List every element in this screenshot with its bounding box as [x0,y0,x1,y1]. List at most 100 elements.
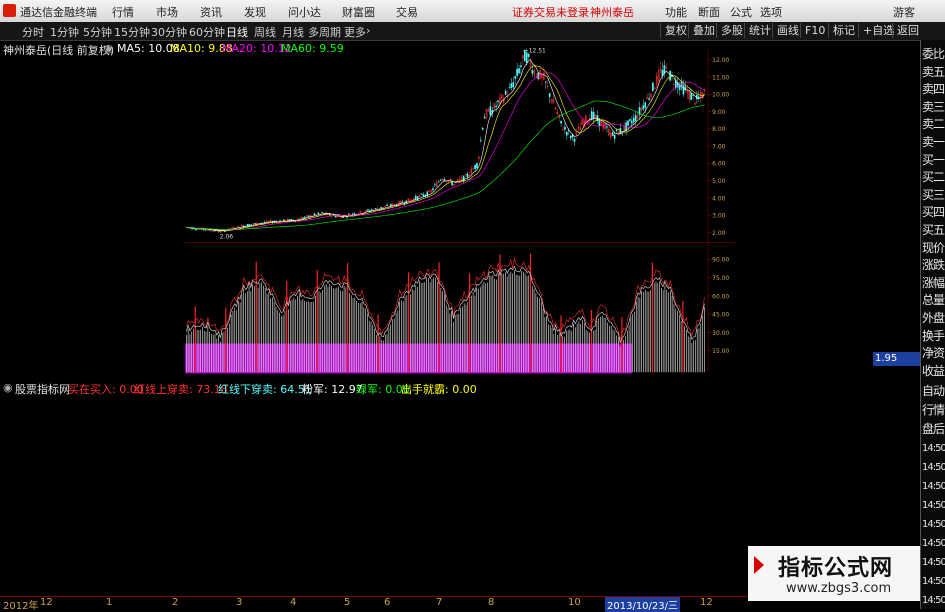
candle-body [314,214,315,215]
sidebar-item[interactable]: 现价 [922,240,945,257]
menu-item-news[interactable]: 资讯 [200,4,222,20]
candlestick-chart[interactable]: 12.0011.0010.009.008.007.006.005.004.003… [0,40,920,380]
candle-body [616,130,617,131]
candle-body [432,189,433,190]
candle-body [645,103,646,108]
sidebar-time-item[interactable]: 14:50 [922,459,945,476]
period-monthly[interactable]: 月线 [282,24,304,40]
menu-item-discover[interactable]: 发现 [244,4,266,20]
btn-overlay[interactable]: 叠加 [688,23,719,38]
sidebar-item[interactable]: 外盘 [922,310,945,327]
btn-restore-rights[interactable]: 复权 [660,23,691,38]
sidebar-item[interactable]: 净资 [922,345,945,362]
btn-multi-stock[interactable]: 多股 [716,23,747,38]
menu-section[interactable]: 断面 [698,4,720,20]
sidebar-mode-item[interactable]: 盘后 [922,421,945,438]
sidebar-time-item[interactable]: 14:50 [922,573,945,590]
menu-options[interactable]: 选项 [760,4,782,20]
sidebar-time-item[interactable]: 14:50 [922,440,945,457]
candle-body [482,128,483,130]
candle-body [299,219,300,220]
btn-back[interactable]: 返回 [892,23,923,38]
candle-body [566,132,567,135]
candle-body [648,99,649,100]
sidebar-item[interactable]: 卖五 [922,64,945,81]
menu-formula[interactable]: 公式 [730,4,752,20]
period-30min[interactable]: 30分钟 [151,24,187,40]
sidebar-item[interactable]: 涨跌 [922,257,945,274]
btn-mark[interactable]: 标记 [828,23,859,38]
menu-item-trade[interactable]: 交易 [396,4,418,20]
period-tick[interactable]: 分时 [22,24,44,40]
menu-function[interactable]: 功能 [665,4,687,20]
period-multi[interactable]: 多周期 [308,24,341,40]
sidebar-mode-item[interactable]: 自动 [922,383,945,400]
candle-body [538,73,539,79]
candle-body [564,127,565,129]
menu-item-quotes[interactable]: 行情 [112,4,134,20]
candle-body [515,76,516,78]
sidebar-item[interactable]: 卖一 [922,134,945,151]
sidebar-item[interactable]: 买三 [922,187,945,204]
watermark-url: www.zbgs3.com [786,581,891,596]
sidebar-time-item[interactable]: 14:50 [922,516,945,533]
candle-body [247,224,248,226]
period-1min[interactable]: 1分钟 [50,24,79,40]
login-warning[interactable]: 证券交易未登录 [512,4,589,20]
sidebar-time-item[interactable]: 14:50 [922,497,945,514]
guest-label[interactable]: 游客 [893,4,915,20]
date-label: 12 [40,597,53,608]
sidebar-item[interactable]: 买四 [922,204,945,221]
sidebar-time-item[interactable]: 14:50 [922,554,945,571]
indicator-name: 股票指标网 [15,381,70,397]
menu-item-market[interactable]: 市场 [156,4,178,20]
period-5min[interactable]: 5分钟 [83,24,112,40]
sidebar-item[interactable]: 买二 [922,169,945,186]
sidebar-item[interactable]: 卖四 [922,81,945,98]
current-price-tag: 1.95 [873,352,921,366]
period-daily[interactable]: 日线 [226,24,248,40]
app-name: 通达信金融终端 [20,4,97,20]
candle-body [664,65,665,73]
candle-body [308,216,309,217]
sidebar-item[interactable]: 卖三 [922,99,945,116]
candle-body [627,121,628,126]
btn-draw-line[interactable]: 画线 [772,23,803,38]
sidebar-mode-item[interactable]: 行情 [922,402,945,419]
menu-item-wealth[interactable]: 财富圈 [342,4,375,20]
indicator-settings-icon[interactable]: ◉ [3,381,13,394]
sidebar-item[interactable]: 涨幅 [922,275,945,292]
date-label: 2012年 [3,597,38,612]
sidebar-item[interactable]: 卖二 [922,116,945,133]
sidebar-time-item[interactable]: 14:50 [922,478,945,495]
date-label: 2 [172,597,178,608]
candle-body [387,205,388,206]
candle-body [415,196,416,199]
sidebar-time-item[interactable]: 14:50 [922,592,945,609]
period-more[interactable]: 更多 [344,24,366,40]
period-15min[interactable]: 15分钟 [114,24,150,40]
candle-body [371,210,372,211]
indicator-tick-label: 15.00 [712,348,729,355]
y-tick-label: 9.00 [712,109,725,116]
period-weekly[interactable]: 周线 [254,24,276,40]
chart-title: 神州泰岳(日线 前复权) [3,42,114,58]
candle-body [474,165,475,169]
y-tick-label: 6.00 [712,161,725,168]
menu-item-ask[interactable]: 问小达 [288,4,321,20]
indicator-tick-label: 30.00 [712,330,729,337]
btn-f10[interactable]: F10 [800,23,829,38]
sidebar-item[interactable]: 买五 [922,222,945,239]
sidebar-time-item[interactable]: 14:50 [922,535,945,552]
sidebar-item[interactable]: 收益 [922,363,945,380]
period-60min[interactable]: 60分钟 [189,24,225,40]
app-logo-icon [3,4,16,17]
sidebar-item[interactable]: 买一 [922,152,945,169]
sidebar-item[interactable]: 换手 [922,328,945,345]
sidebar-item[interactable]: 委比 [922,46,945,63]
sidebar-item[interactable]: 总量 [922,292,945,309]
btn-stats[interactable]: 统计 [744,23,775,38]
y-tick-label: 2.00 [712,230,725,237]
chevron-right-icon[interactable]: › [366,24,370,37]
settings-icon[interactable]: ◉ [104,42,114,55]
